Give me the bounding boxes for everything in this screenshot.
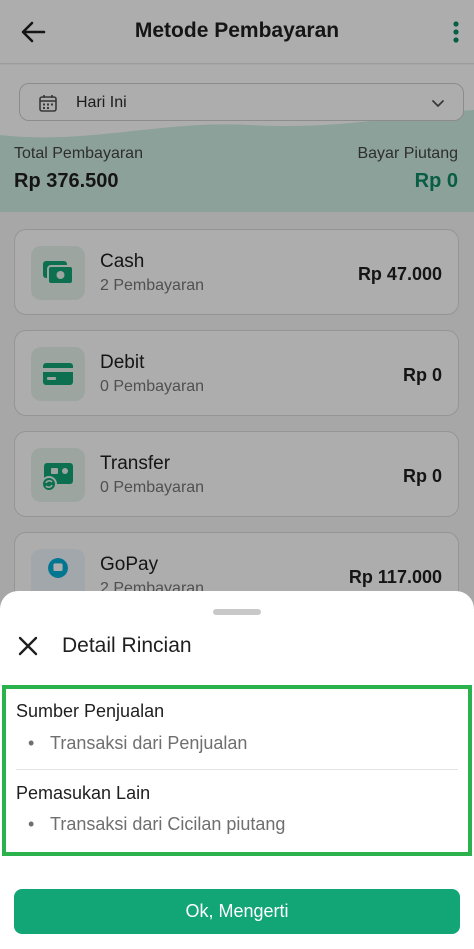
drag-handle[interactable]	[213, 609, 261, 615]
ok-understood-button[interactable]: Ok, Mengerti	[14, 889, 460, 934]
list-item-text: Transaksi dari Penjualan	[50, 733, 248, 753]
list-item: • Transaksi dari Cicilan piutang	[28, 814, 285, 835]
divider	[16, 769, 458, 770]
detail-bottom-sheet: Detail Rincian Sumber Penjualan • Transak…	[0, 591, 474, 949]
section-title-pemasukan-lain: Pemasukan Lain	[16, 783, 151, 803]
close-icon[interactable]	[17, 635, 39, 657]
section-title-sumber-penjualan: Sumber Penjualan	[16, 701, 165, 721]
sheet-title: Detail Rincian	[62, 634, 192, 657]
detail-list-highlight: Sumber Penjualan • Transaksi dari Penjual…	[2, 685, 472, 856]
list-item-text: Transaksi dari Cicilan piutang	[50, 814, 286, 834]
bullet-icon: •	[28, 733, 35, 753]
list-item: • Transaksi dari Penjualan	[28, 733, 247, 754]
bullet-icon: •	[28, 814, 35, 834]
